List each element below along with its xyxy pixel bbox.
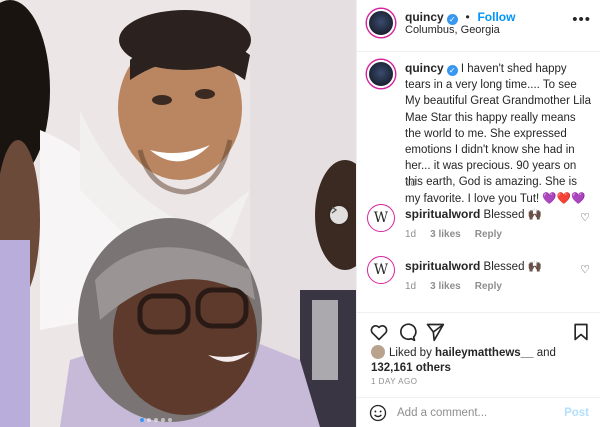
comment-input[interactable]: Add a comment... (397, 407, 487, 419)
comment-meta: 1d 3 likes Reply (405, 229, 502, 240)
heart-icon[interactable] (369, 322, 389, 342)
emoji-icon[interactable] (369, 404, 387, 422)
reply-button[interactable]: Reply (475, 281, 502, 292)
verified-icon: ✓ (446, 65, 458, 76)
liked-by-prefix: Liked by (389, 347, 432, 359)
comment: spiritualword Blessed 🙌🏿 (405, 207, 542, 221)
post-details-panel: quincy ✓ • Follow Columbus, Georgia ••• q… (356, 0, 600, 427)
comment-like-heart-icon[interactable]: ♡ (580, 263, 590, 276)
caption-time: 1d (405, 178, 417, 189)
carousel-dot[interactable] (161, 418, 165, 422)
post-photo[interactable] (0, 0, 356, 427)
comment-likes[interactable]: 3 likes (430, 281, 461, 292)
liker-avatar[interactable] (371, 345, 385, 359)
caption: quincy ✓ I haven't shed happy tears in a … (405, 60, 593, 207)
comment-like-heart-icon[interactable]: ♡ (580, 211, 590, 224)
comment-meta: 1d 3 likes Reply (405, 281, 502, 292)
carousel-dots (140, 418, 172, 422)
liker-username[interactable]: haileymatthews__ (435, 347, 533, 359)
reply-button[interactable]: Reply (475, 229, 502, 240)
comment-avatar[interactable]: W (367, 256, 395, 284)
liked-by-and: and (536, 347, 556, 359)
follow-button[interactable]: Follow (477, 10, 515, 24)
separator: • (462, 10, 473, 24)
caption-avatar[interactable] (367, 60, 395, 88)
bookmark-icon[interactable] (571, 322, 591, 342)
photo-illustration (0, 0, 356, 427)
carousel-dot[interactable] (147, 418, 151, 422)
carousel-next-icon (331, 206, 338, 214)
add-comment-bar: Add a comment... Post (357, 397, 600, 427)
post-timestamp[interactable]: 1 DAY AGO (371, 377, 417, 386)
comment-avatar[interactable]: W (367, 204, 395, 232)
post-location[interactable]: Columbus, Georgia (405, 24, 500, 36)
post-comment-button[interactable]: Post (564, 407, 589, 419)
author-avatar[interactable] (367, 9, 395, 37)
comment-likes[interactable]: 3 likes (430, 229, 461, 240)
post-header: quincy ✓ • Follow Columbus, Georgia ••• (357, 0, 600, 52)
comment-text: Blessed 🙌🏿 (483, 209, 542, 221)
comment-time: 1d (405, 229, 417, 240)
comment-text: Blessed 🙌🏿 (483, 261, 542, 273)
more-options-button[interactable]: ••• (572, 11, 591, 28)
carousel-dot[interactable] (168, 418, 172, 422)
likes-count[interactable]: 132,161 others (371, 362, 451, 374)
author-username[interactable]: quincy (405, 10, 444, 24)
carousel-dot[interactable] (140, 418, 144, 422)
comment-time: 1d (405, 281, 417, 292)
caption-text: I haven't shed happy tears in a very lon… (405, 63, 592, 205)
comment-username[interactable]: spiritualword (405, 207, 480, 221)
carousel-next-button[interactable] (330, 206, 348, 224)
liked-by: Liked by haileymatthews__ and 132,161 ot… (371, 345, 556, 376)
share-icon[interactable] (425, 322, 445, 342)
carousel-dot[interactable] (154, 418, 158, 422)
comment: spiritualword Blessed 🙌🏿 (405, 259, 542, 273)
comment-username[interactable]: spiritualword (405, 259, 480, 273)
caption-username[interactable]: quincy (405, 61, 444, 75)
comment-icon[interactable] (397, 322, 417, 342)
